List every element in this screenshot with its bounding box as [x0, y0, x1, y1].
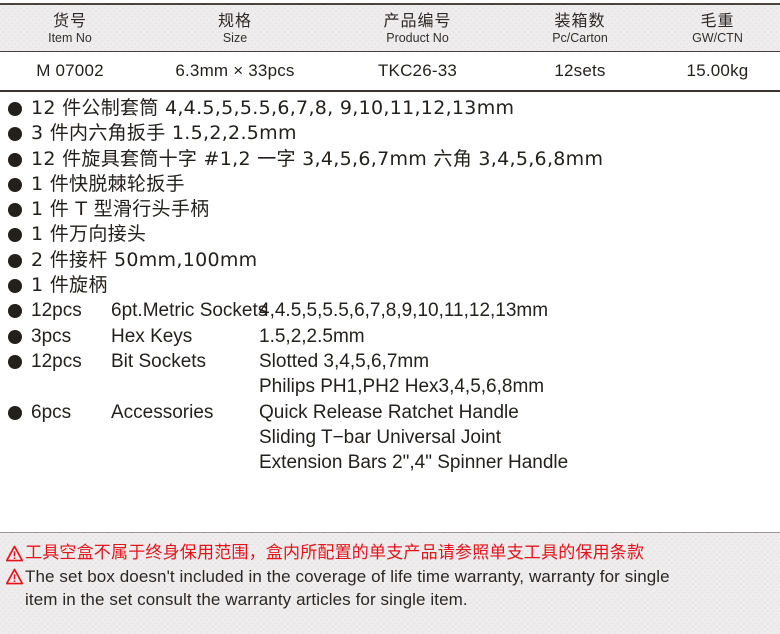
list-item-quantity: 6pcs	[31, 401, 72, 423]
warranty-warning-cn-text: 工具空盒不属于终身保用范围，盒内所配置的单支产品请参照单支工具的保用条款	[25, 543, 645, 563]
column-header-cn: 毛重	[700, 10, 735, 30]
warranty-warning-en-line: The set box doesn't included in the cove…	[5, 565, 780, 588]
cell-gross-weight: 15.00kg	[655, 52, 780, 90]
bullet-icon	[8, 354, 22, 369]
list-item-description: Quick Release Ratchet Handle	[259, 401, 519, 423]
warranty-warning-en-text: The set box doesn't included in the cove…	[25, 567, 670, 586]
column-header-en: Pc/Carton	[552, 30, 608, 45]
spec-table-header-row: 货号 Item No 规格 Size 产品编号 Product No 装箱数 P…	[0, 3, 780, 52]
list-item-label: 1 件 T 型滑行头手柄	[31, 198, 210, 221]
bullet-icon	[8, 304, 22, 319]
list-item: 3 件内六角扳手 1.5,2,2.5mm	[0, 121, 780, 146]
list-item: 1 件快脱棘轮扳手	[0, 172, 780, 197]
list-item-name: Accessories	[111, 401, 214, 423]
bullet-icon	[8, 253, 22, 268]
list-item-quantity: 12pcs	[31, 350, 82, 372]
list-item-label: 1 件旋柄	[31, 274, 108, 297]
list-item-name: 6pt.Metric Sockets	[111, 300, 268, 322]
list-item-description: Extension Bars 2",4" Spinner Handle	[259, 452, 569, 474]
cell-product-no: TKC26-33	[330, 52, 505, 90]
column-header-en: Product No	[386, 30, 449, 45]
cell-item-no: M 07002	[0, 52, 140, 90]
list-item: 3pcs Hex Keys 1.5,2,2.5mm	[0, 324, 780, 349]
list-item: 1 件 T 型滑行头手柄	[0, 197, 780, 222]
cell-value: 15.00kg	[686, 61, 749, 80]
warning-triangle-icon	[5, 568, 24, 585]
column-header-cn: 装箱数	[554, 10, 606, 30]
list-item: 2 件接杆 50mm,100mm	[0, 248, 780, 273]
spec-table: 货号 Item No 规格 Size 产品编号 Product No 装箱数 P…	[0, 3, 780, 92]
cell-pc-carton: 12sets	[505, 52, 655, 90]
list-item: 6pcs Accessories Quick Release Ratchet H…	[0, 400, 780, 425]
list-item: 12 件公制套筒 4,4.5,5,5.5,6,7,8, 9,10,11,12,1…	[0, 96, 780, 121]
list-item-continuation: Sliding T−bar Universal Joint	[0, 425, 780, 450]
list-item-label: 1 件万向接头	[31, 223, 147, 246]
bullet-icon	[8, 228, 22, 243]
list-item-description: Sliding T−bar Universal Joint	[259, 426, 502, 448]
warranty-warning-cn-line: 工具空盒不属于终身保用范围，盒内所配置的单支产品请参照单支工具的保用条款	[5, 542, 780, 565]
warning-triangle-icon	[5, 545, 24, 562]
bullet-icon	[8, 177, 22, 192]
list-item-name: Hex Keys	[111, 325, 193, 347]
column-header-en: Size	[222, 30, 248, 45]
cell-value: 6.3mm × 33pcs	[175, 61, 295, 80]
column-header-en: GW/CTN	[692, 30, 743, 45]
column-header-cn: 规格	[217, 10, 252, 30]
list-item-name: Bit Sockets	[111, 350, 207, 372]
list-item-description: Slotted 3,4,5,6,7mm	[259, 350, 430, 372]
bullet-placeholder	[8, 378, 22, 392]
list-item: 1 件旋柄	[0, 273, 780, 298]
column-header-pc-carton: 装箱数 Pc/Carton	[505, 5, 655, 51]
cell-value: M 07002	[36, 61, 104, 80]
set-contents-list: 12 件公制套筒 4,4.5,5,5.5,6,7,8, 9,10,11,12,1…	[0, 96, 780, 475]
list-item-label: 12 件公制套筒 4,4.5,5,5.5,6,7,8, 9,10,11,12,1…	[31, 97, 515, 119]
list-item-description: 4,4.5,5,5.5,6,7,8,9,10,11,12,13mm	[259, 300, 549, 322]
cell-size: 6.3mm × 33pcs	[140, 52, 330, 90]
column-header-cn: 产品编号	[383, 10, 452, 30]
column-header-item-no: 货号 Item No	[0, 5, 140, 51]
bullet-icon	[8, 329, 22, 344]
list-item: 1 件万向接头	[0, 222, 780, 247]
warranty-warning-en-line-2: item in the set consult the warranty art…	[6, 588, 780, 611]
column-header-size: 规格 Size	[140, 5, 330, 51]
list-item-label: 1 件快脱棘轮扳手	[31, 172, 185, 195]
list-item: 12 件旋具套筒十字 #1,2 一字 3,4,5,6,7mm 六角 3,4,5,…	[0, 147, 780, 172]
cell-value: TKC26-33	[377, 61, 458, 80]
bullet-placeholder	[8, 454, 22, 468]
bullet-icon	[8, 102, 22, 116]
column-header-product-no: 产品编号 Product No	[330, 5, 505, 51]
list-item-quantity: 12pcs	[31, 300, 82, 322]
column-header-cn: 货号	[52, 10, 87, 30]
bullet-icon	[8, 127, 22, 142]
spec-table-data-row: M 07002 6.3mm × 33pcs TKC26-33 12sets 15…	[0, 52, 780, 92]
list-item-quantity: 3pcs	[31, 325, 72, 347]
bullet-placeholder	[8, 429, 22, 443]
list-item-description: Philips PH1,PH2 Hex3,4,5,6,8mm	[259, 376, 545, 398]
column-header-gross-weight: 毛重 GW/CTN	[655, 5, 780, 51]
list-item: 12pcs Bit Sockets Slotted 3,4,5,6,7mm	[0, 349, 780, 374]
list-item-description: 1.5,2,2.5mm	[259, 325, 365, 347]
product-spec-sheet: 货号 Item No 规格 Size 产品编号 Product No 装箱数 P…	[0, 0, 780, 634]
list-item-label: 3 件内六角扳手 1.5,2,2.5mm	[31, 122, 297, 145]
list-item-continuation: Extension Bars 2",4" Spinner Handle	[0, 450, 780, 475]
warranty-warning-en-text: item in the set consult the warranty art…	[25, 590, 468, 609]
list-item: 12pcs 6pt.Metric Sockets 4,4.5,5,5.5,6,7…	[0, 298, 780, 323]
bullet-icon	[8, 405, 22, 420]
warranty-warning-panel: 工具空盒不属于终身保用范围，盒内所配置的单支产品请参照单支工具的保用条款 The…	[0, 532, 780, 634]
bullet-icon	[8, 279, 22, 294]
bullet-icon	[8, 203, 22, 218]
bullet-icon	[8, 152, 22, 167]
list-item-continuation: Philips PH1,PH2 Hex3,4,5,6,8mm	[0, 374, 780, 399]
list-item-label: 2 件接杆 50mm,100mm	[31, 248, 258, 271]
list-item-label: 12 件旋具套筒十字 #1,2 一字 3,4,5,6,7mm 六角 3,4,5,…	[31, 147, 604, 170]
column-header-en: Item No	[48, 30, 92, 45]
cell-value: 12sets	[554, 61, 606, 80]
